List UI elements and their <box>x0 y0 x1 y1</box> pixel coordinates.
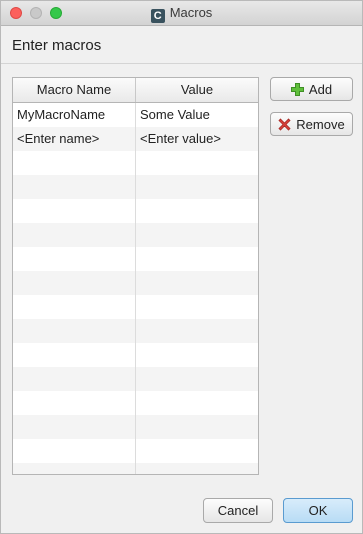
cancel-button[interactable]: Cancel <box>203 498 273 523</box>
empty-table-row <box>13 199 258 223</box>
plus-icon <box>290 82 304 96</box>
macro-name-cell[interactable]: MyMacroName <box>13 103 136 127</box>
table-header: Macro Name Value <box>13 78 258 103</box>
heading-divider <box>1 63 362 64</box>
macros-table[interactable]: Macro Name Value MyMacroName Some Value … <box>12 77 259 475</box>
empty-table-row <box>13 391 258 415</box>
macro-value-cell[interactable]: <Enter value> <box>136 127 258 151</box>
macro-value-cell[interactable]: Some Value <box>136 103 258 127</box>
empty-table-row <box>13 415 258 439</box>
title-bar: C Macros <box>1 1 362 26</box>
add-button[interactable]: Add <box>270 77 353 101</box>
remove-x-icon <box>278 117 291 131</box>
column-header-value[interactable]: Value <box>136 78 258 102</box>
window-title: Macros <box>169 5 213 20</box>
column-header-macro-name[interactable]: Macro Name <box>13 78 136 102</box>
table-row[interactable]: MyMacroName Some Value <box>13 103 258 127</box>
empty-table-row <box>13 223 258 247</box>
remove-button-label: Remove <box>296 116 345 132</box>
ok-button[interactable]: OK <box>283 498 353 523</box>
empty-table-row <box>13 319 258 343</box>
empty-table-row <box>13 247 258 271</box>
remove-button[interactable]: Remove <box>270 112 353 136</box>
table-row[interactable]: <Enter name> <Enter value> <box>13 127 258 151</box>
window-title-area: C Macros <box>1 5 362 23</box>
app-icon: C <box>150 9 165 23</box>
empty-table-row <box>13 175 258 199</box>
empty-table-row <box>13 343 258 367</box>
add-button-label: Add <box>308 81 333 97</box>
empty-table-row <box>13 295 258 319</box>
empty-table-row <box>13 151 258 175</box>
empty-table-row <box>13 367 258 391</box>
empty-table-row <box>13 439 258 463</box>
dialog-heading: Enter macros <box>12 37 102 54</box>
empty-table-row <box>13 271 258 295</box>
macros-window: C Macros Enter macros Macro Name Value My… <box>0 0 363 534</box>
empty-table-row <box>13 463 258 474</box>
macro-name-cell[interactable]: <Enter name> <box>13 127 136 151</box>
